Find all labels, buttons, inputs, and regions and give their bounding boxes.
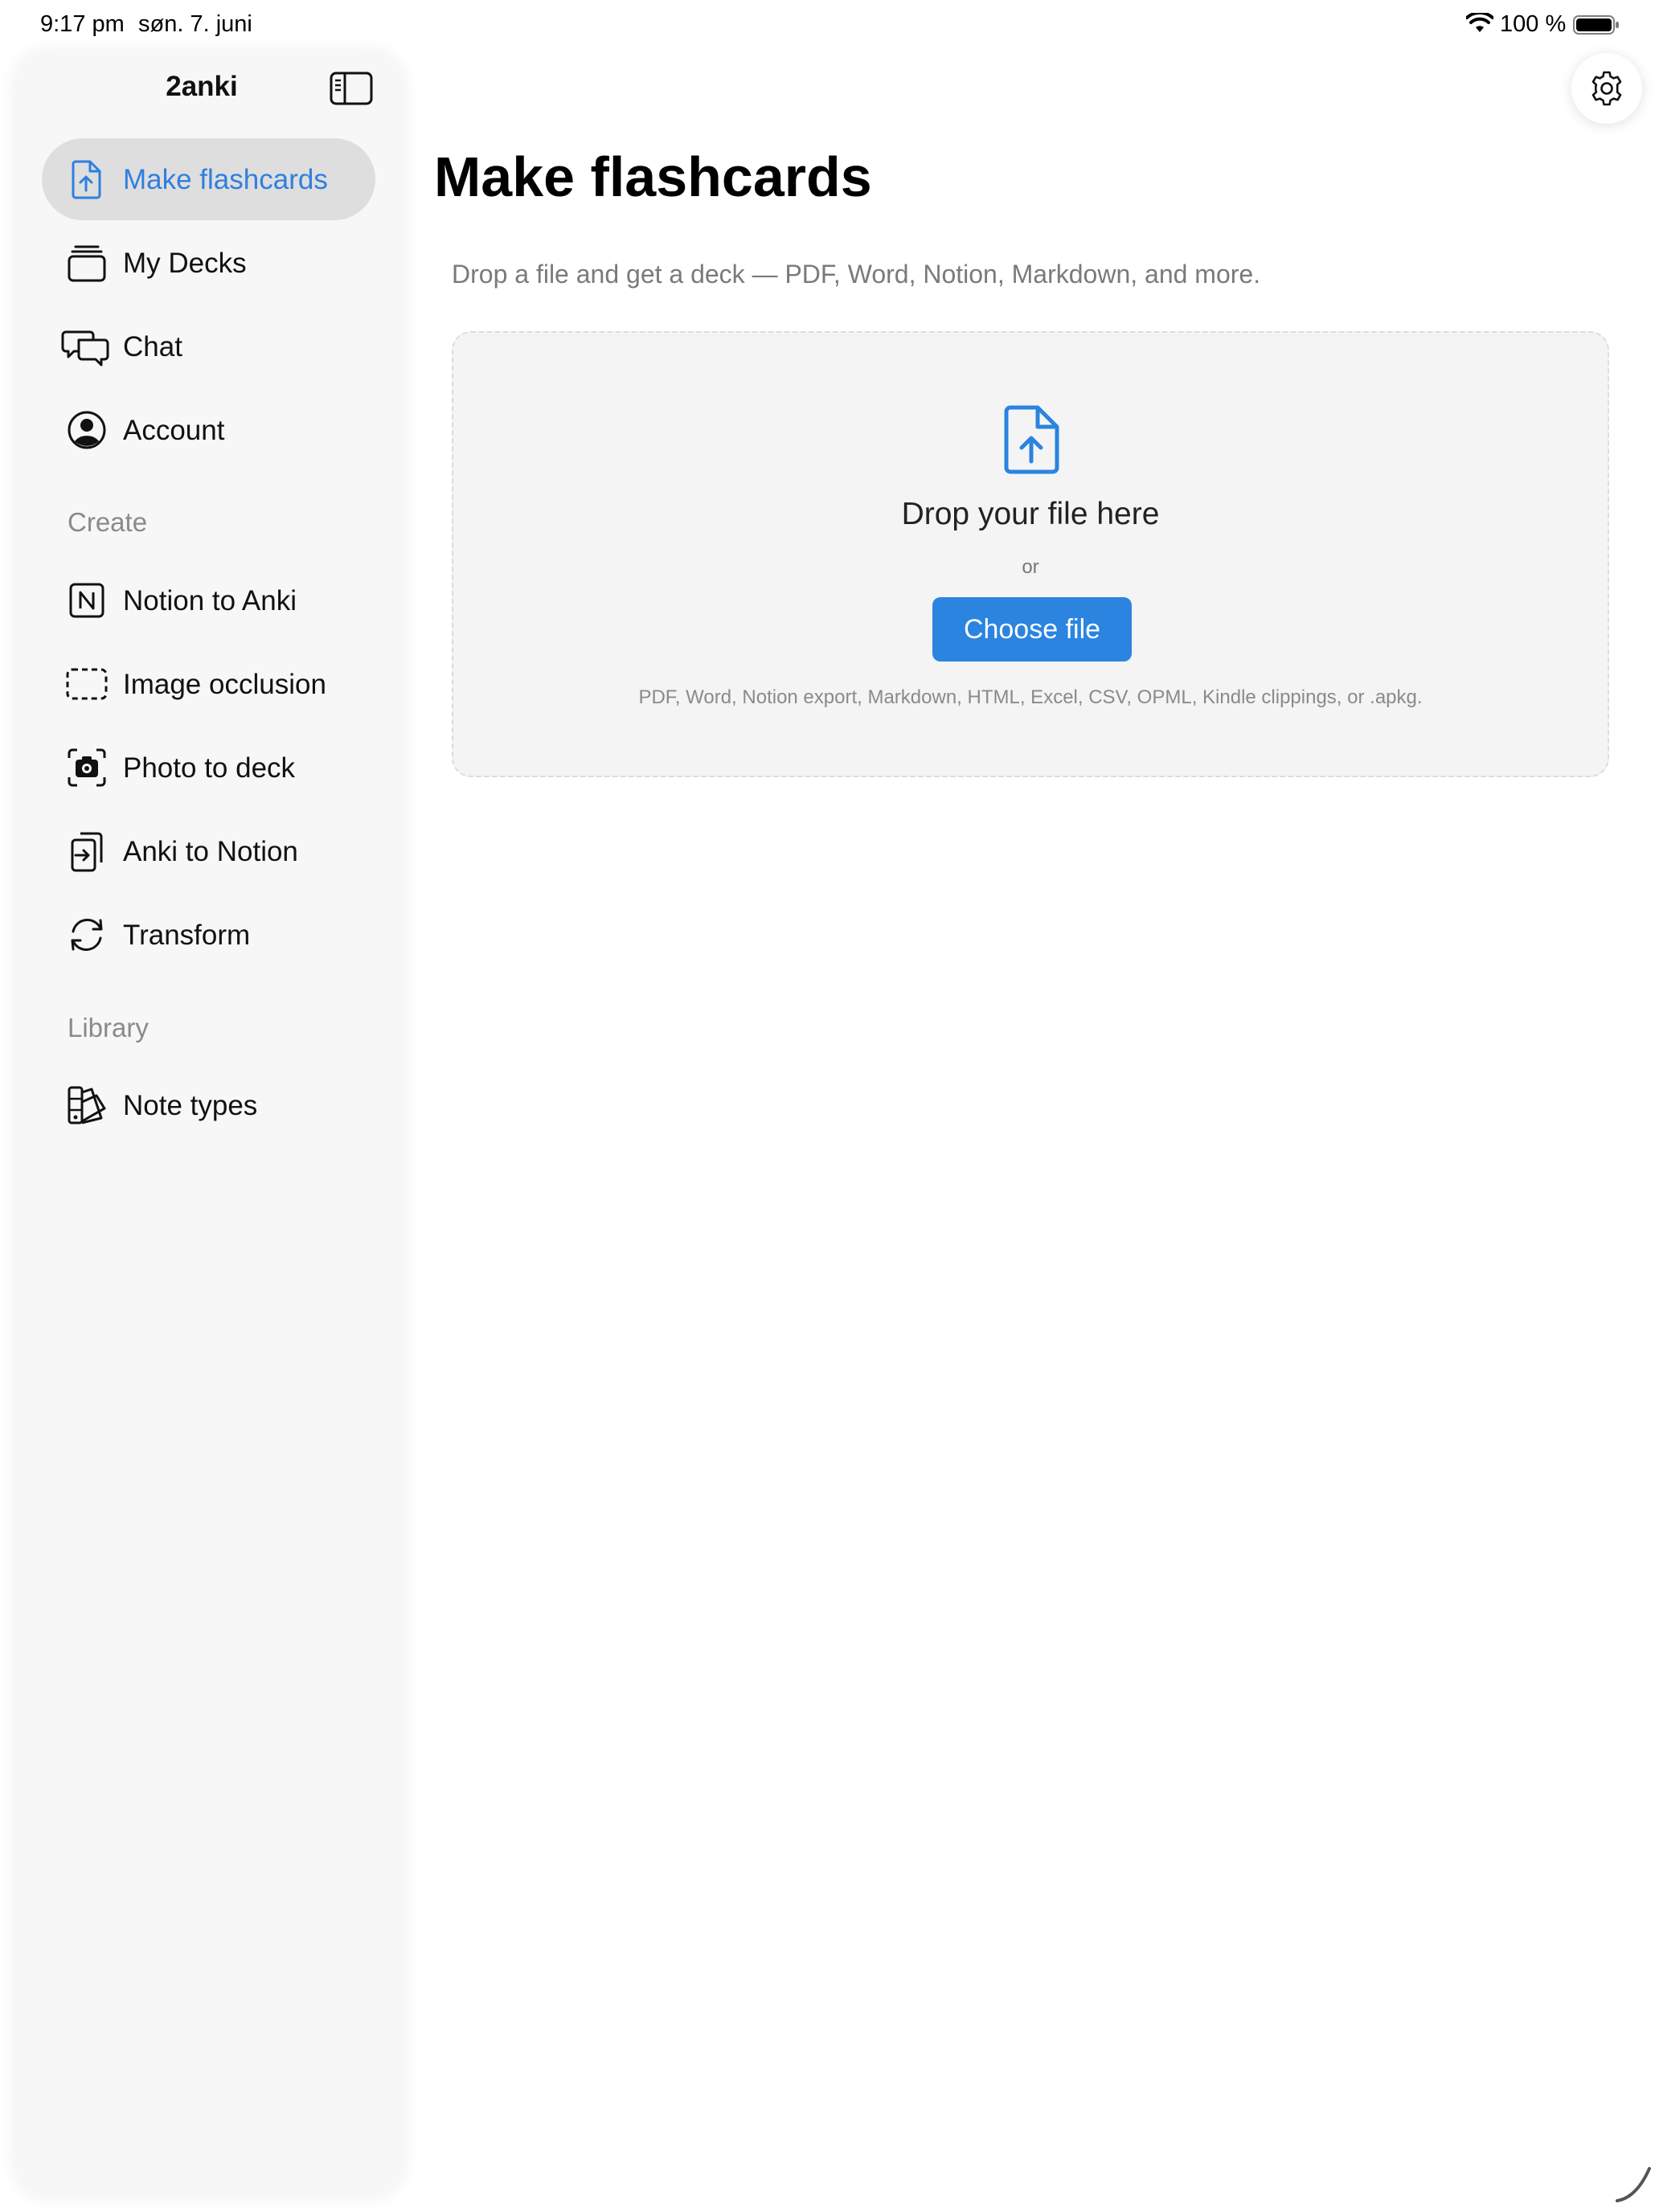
settings-button[interactable] <box>1571 53 1642 124</box>
sidebar-item-label: Anki to Notion <box>123 836 298 867</box>
page-subtitle: Drop a file and get a deck — PDF, Word, … <box>452 260 1261 289</box>
resize-grabber-icon[interactable] <box>1614 2165 1653 2204</box>
sidebar-item-chat[interactable]: Chat <box>42 305 375 387</box>
person-circle-icon <box>68 411 106 449</box>
export-icon <box>71 832 103 872</box>
sidebar-toggle-icon[interactable] <box>330 71 373 106</box>
sidebar-item-label: Make flashcards <box>123 164 328 195</box>
swatches-icon <box>68 1086 106 1124</box>
chat-bubbles-icon <box>61 330 109 367</box>
sidebar-item-anki-to-notion[interactable]: Anki to Notion <box>42 810 375 892</box>
sidebar-item-transform[interactable]: Transform <box>42 894 375 976</box>
sidebar-item-label: Account <box>123 415 225 446</box>
sidebar-item-label: Notion to Anki <box>123 585 297 616</box>
choose-file-button[interactable]: Choose file <box>932 597 1132 662</box>
sidebar: 2anki Make flashcards My Decks Chat Acco… <box>15 51 403 2196</box>
app-window: 9:17 pm søn. 7. juni 100 % 2anki Make fl… <box>0 0 1659 2212</box>
sidebar-item-image-occlusion[interactable]: Image occlusion <box>42 643 375 725</box>
status-date: søn. 7. juni <box>138 11 252 37</box>
sidebar-item-label: My Decks <box>123 248 247 279</box>
sidebar-item-label: Chat <box>123 331 182 363</box>
dropzone-or: or <box>1022 556 1039 578</box>
file-dropzone[interactable]: Drop your file here or Choose file PDF, … <box>452 331 1609 777</box>
status-bar: 9:17 pm søn. 7. juni 100 % <box>0 0 1659 51</box>
file-upload-icon <box>1004 405 1059 474</box>
page-title: Make flashcards <box>434 145 872 208</box>
dropzone-title: Drop your file here <box>901 497 1160 531</box>
sidebar-item-my-decks[interactable]: My Decks <box>42 222 375 304</box>
sidebar-item-note-types[interactable]: Note types <box>42 1064 375 1146</box>
stack-icon <box>68 245 106 282</box>
file-upload-icon <box>72 160 101 199</box>
supported-formats-hint: PDF, Word, Notion export, Markdown, HTML… <box>638 686 1423 708</box>
sidebar-item-photo-to-deck[interactable]: Photo to deck <box>42 727 375 809</box>
sync-icon <box>71 919 103 951</box>
wifi-icon <box>1466 13 1493 32</box>
sidebar-item-label: Photo to deck <box>123 752 296 784</box>
sidebar-item-label: Image occlusion <box>123 669 326 700</box>
notion-icon <box>69 583 104 618</box>
sidebar-item-notion-to-anki[interactable]: Notion to Anki <box>42 559 375 641</box>
gear-icon <box>1591 71 1622 106</box>
battery-icon <box>1573 15 1619 35</box>
camera-viewfinder-icon <box>68 748 106 787</box>
battery-percent: 100 % <box>1500 11 1567 37</box>
section-label-library: Library <box>68 1013 149 1043</box>
sidebar-item-make-flashcards[interactable]: Make flashcards <box>42 138 375 220</box>
sidebar-item-label: Transform <box>123 920 251 951</box>
dashed-rect-icon <box>66 668 108 700</box>
sidebar-item-label: Note types <box>123 1090 258 1121</box>
sidebar-item-account[interactable]: Account <box>42 389 375 471</box>
status-time: 9:17 pm <box>40 11 125 37</box>
section-label-create: Create <box>68 507 148 537</box>
